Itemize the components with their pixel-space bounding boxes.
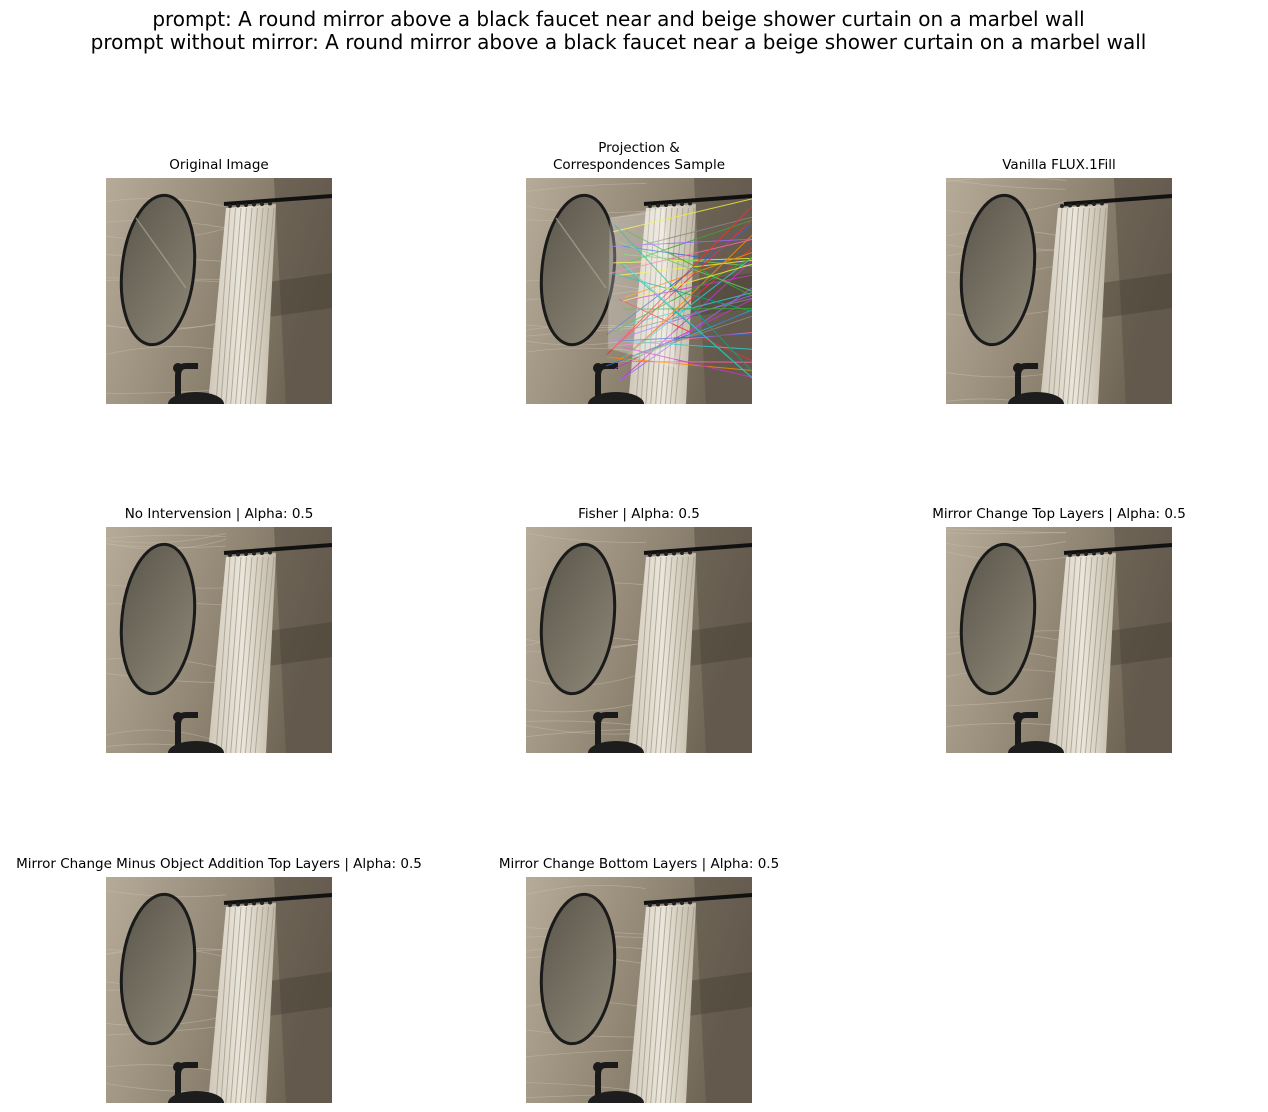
no-intervention-image-panel (106, 527, 332, 753)
curtain-hook (656, 203, 660, 208)
curtain-hook (672, 901, 676, 906)
curtain-hook (244, 203, 248, 207)
original-image-panel (106, 178, 332, 404)
panel-title-fisher: Fisher | Alpha: 0.5 (578, 506, 700, 522)
scene-illustration (526, 527, 752, 753)
scene-illustration (946, 527, 1172, 753)
curtain-hook (1076, 203, 1080, 207)
curtain-hook (1076, 552, 1080, 557)
curtain-hook (680, 202, 684, 206)
scene-illustration (526, 178, 752, 404)
panel-title-correspondences-line2: Correspondences Sample (552, 157, 726, 173)
curtain-hook (664, 902, 668, 906)
curtain-hook (1068, 203, 1072, 208)
bottom-layers-image-panel (526, 877, 752, 1103)
faucet-handle (593, 712, 603, 722)
curtain-hook (664, 203, 668, 207)
curtain-hook (1084, 202, 1088, 207)
faucet-handle (173, 712, 183, 722)
minus-object-image-panel (106, 877, 332, 1103)
curtain-hook (648, 903, 652, 907)
curtain-hook (236, 552, 240, 557)
scene-illustration (946, 178, 1172, 404)
figure-title-line2: prompt without mirror: A round mirror ab… (90, 30, 1147, 54)
curtain-hook (1084, 552, 1088, 556)
faucet-handle (1013, 363, 1023, 373)
projection-overlay (607, 207, 677, 369)
panel-title-no-intervention: No Intervension | Alpha: 0.5 (124, 506, 314, 522)
curtain-hook (1108, 550, 1112, 555)
curtain-hook (236, 203, 240, 208)
panel-title-bottom-layers: Mirror Change Bottom Layers | Alpha: 0.5 (498, 856, 780, 872)
panel-title-vanilla: Vanilla FLUX.1Fill (1002, 157, 1116, 173)
fisher-image-panel (526, 527, 752, 753)
scene-illustration (106, 527, 332, 753)
curtain-hook (688, 201, 692, 206)
figure-title-line1: prompt: A round mirror above a black fau… (152, 7, 1085, 31)
curtain-hook (1068, 553, 1072, 557)
curtain-hook (672, 551, 676, 556)
panel-title-minus-object: Mirror Change Minus Object Addition Top … (16, 856, 422, 872)
scene-illustration (106, 178, 332, 404)
curtain-hook (260, 901, 264, 905)
curtain-hook (1092, 551, 1096, 556)
faucet-handle (173, 1062, 183, 1072)
curtain-hook (268, 201, 272, 206)
curtain-hook (252, 551, 256, 556)
panel-title-top-layers: Mirror Change Top Layers | Alpha: 0.5 (932, 506, 1186, 522)
curtain-hook (252, 202, 256, 207)
panel-title-correspondences-line1: Projection & (598, 140, 680, 156)
curtain-hook (244, 902, 248, 906)
curtain-hook (680, 551, 684, 555)
curtain-hook (268, 550, 272, 555)
top-layers-image-panel (946, 527, 1172, 753)
correspondences-image-panel (526, 178, 752, 404)
curtain-hook (688, 550, 692, 555)
curtain-hook (656, 902, 660, 907)
curtain-hook (672, 202, 676, 207)
curtain-hook (688, 900, 692, 905)
curtain-hook (648, 204, 652, 208)
curtain-hook (680, 901, 684, 905)
curtain-hook (228, 553, 232, 557)
scene-illustration (106, 877, 332, 1103)
faucet-handle (593, 1062, 603, 1072)
curtain-hook (244, 552, 248, 556)
curtain-hook (228, 204, 232, 208)
faucet-handle (173, 363, 183, 373)
curtain-hook (1060, 204, 1064, 208)
curtain-hook (664, 552, 668, 556)
curtain-hook (268, 900, 272, 905)
curtain-hook (1100, 551, 1104, 555)
vanilla-image-panel (946, 178, 1172, 404)
curtain-hook (228, 903, 232, 907)
curtain-hook (252, 901, 256, 906)
curtain-hook (260, 551, 264, 555)
panel-title-original: Original Image (169, 157, 269, 173)
curtain-hook (656, 552, 660, 557)
curtain-hook (648, 553, 652, 557)
curtain-hook (1100, 201, 1104, 206)
curtain-hook (260, 202, 264, 206)
curtain-hook (1092, 202, 1096, 206)
scene-illustration (526, 877, 752, 1103)
faucet-handle (1013, 712, 1023, 722)
faucet-handle (593, 363, 603, 373)
curtain-hook (236, 902, 240, 907)
